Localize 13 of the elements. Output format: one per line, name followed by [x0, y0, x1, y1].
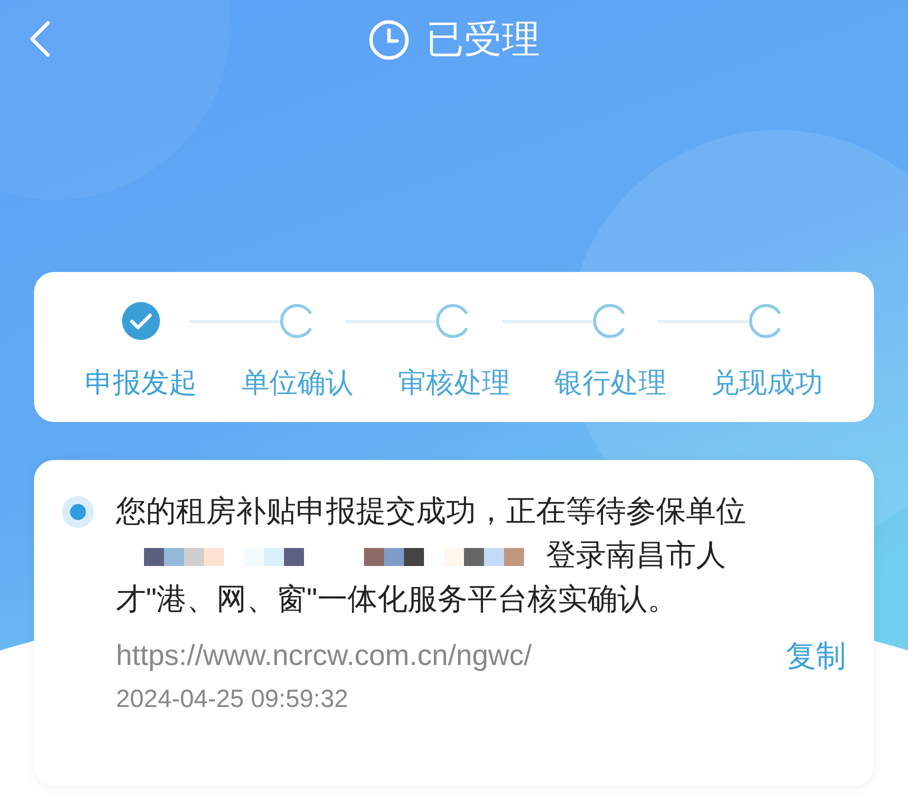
copy-link[interactable]: 复制 — [786, 634, 846, 679]
back-icon[interactable] — [28, 20, 52, 58]
step-label: 申报发起 — [85, 366, 197, 400]
clock-icon — [368, 19, 410, 61]
message-text: 您的租房补贴申报提交成功，正在等待参保单位 — [116, 495, 746, 528]
step-label: 单位确认 — [242, 366, 354, 400]
message-text: 登录南昌市人才"港、网、窗"一体化服务平台核实确认。 — [116, 539, 726, 616]
step-label: 银行处理 — [554, 366, 666, 400]
step-label: 审核处理 — [398, 366, 510, 400]
page-title: 已受理 — [426, 18, 540, 62]
timestamp: 2024-04-25 09:59:32 — [116, 684, 350, 715]
step-label: 兑现成功 — [711, 366, 823, 400]
url-text: https://www.ncrcw.com.cn/ngwc/ — [116, 638, 532, 674]
